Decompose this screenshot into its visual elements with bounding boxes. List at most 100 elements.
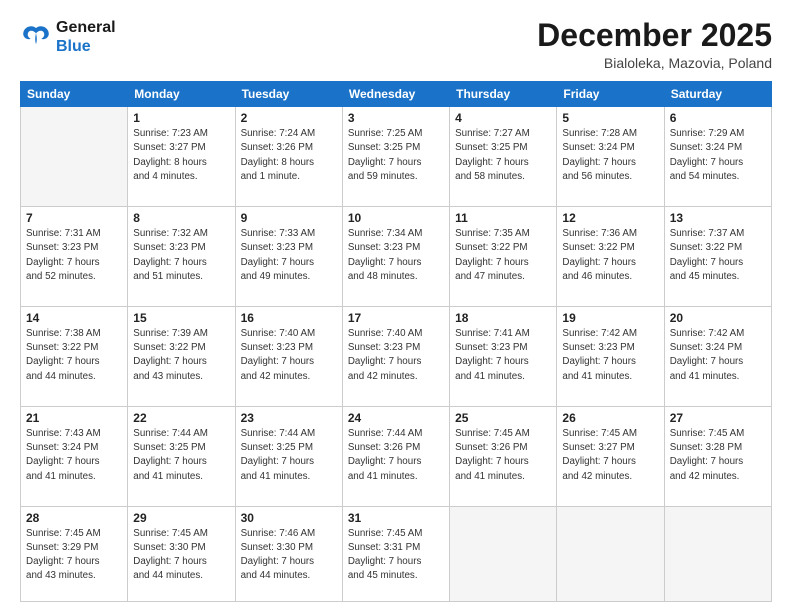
day-info: Sunrise: 7:27 AM Sunset: 3:25 PM Dayligh…	[455, 127, 551, 184]
day-number: 14	[26, 311, 122, 325]
title-block: December 2025 Bialoleka, Mazovia, Poland	[537, 18, 772, 71]
calendar-cell: 1 Sunrise: 7:23 AM Sunset: 3:27 PM Daylig…	[128, 107, 235, 207]
day-number: 24	[348, 411, 444, 425]
calendar-cell: 21 Sunrise: 7:43 AM Sunset: 3:24 PM Dayli…	[21, 406, 128, 506]
day-info: Sunrise: 7:40 AM Sunset: 3:23 PM Dayligh…	[241, 327, 337, 384]
calendar-cell: 26 Sunrise: 7:45 AM Sunset: 3:27 PM Dayli…	[557, 406, 664, 506]
day-number: 15	[133, 311, 229, 325]
day-number: 8	[133, 211, 229, 225]
calendar-cell: 17 Sunrise: 7:40 AM Sunset: 3:23 PM Dayli…	[342, 307, 449, 407]
calendar-cell: 14Sunrise: 7:38 AM Sunset: 3:22 PM Dayli…	[21, 307, 128, 407]
calendar-cell: 7Sunrise: 7:31 AM Sunset: 3:23 PM Daylig…	[21, 207, 128, 307]
calendar-table: SundayMondayTuesdayWednesdayThursdayFrid…	[20, 81, 772, 602]
calendar-week-row: 28 Sunrise: 7:45 AM Sunset: 3:29 PM Dayli…	[21, 506, 772, 601]
weekday-header-monday: Monday	[128, 82, 235, 107]
day-info: Sunrise: 7:39 AM Sunset: 3:22 PM Dayligh…	[133, 327, 229, 384]
weekday-header-wednesday: Wednesday	[342, 82, 449, 107]
day-number: 13	[670, 211, 766, 225]
calendar-cell: 27 Sunrise: 7:45 AM Sunset: 3:28 PM Dayli…	[664, 406, 771, 506]
day-number: 25	[455, 411, 551, 425]
day-info: Sunrise: 7:44 AM Sunset: 3:25 PM Dayligh…	[133, 427, 229, 484]
weekday-header-tuesday: Tuesday	[235, 82, 342, 107]
calendar-cell: 6 Sunrise: 7:29 AM Sunset: 3:24 PM Daylig…	[664, 107, 771, 207]
day-info: Sunrise: 7:43 AM Sunset: 3:24 PM Dayligh…	[26, 427, 122, 484]
logo-icon	[20, 21, 52, 53]
day-info: Sunrise: 7:46 AM Sunset: 3:30 PM Dayligh…	[241, 527, 337, 584]
calendar-cell: 16Sunrise: 7:40 AM Sunset: 3:23 PM Dayli…	[235, 307, 342, 407]
day-number: 26	[562, 411, 658, 425]
calendar-cell: 28 Sunrise: 7:45 AM Sunset: 3:29 PM Dayli…	[21, 506, 128, 601]
calendar-cell: 3 Sunrise: 7:25 AM Sunset: 3:25 PM Daylig…	[342, 107, 449, 207]
calendar-week-row: 1 Sunrise: 7:23 AM Sunset: 3:27 PM Daylig…	[21, 107, 772, 207]
month-title: December 2025	[537, 18, 772, 53]
day-number: 20	[670, 311, 766, 325]
calendar-cell: 29 Sunrise: 7:45 AM Sunset: 3:30 PM Dayli…	[128, 506, 235, 601]
day-info: Sunrise: 7:45 AM Sunset: 3:26 PM Dayligh…	[455, 427, 551, 484]
calendar-cell: 19 Sunrise: 7:42 AM Sunset: 3:23 PM Dayli…	[557, 307, 664, 407]
calendar-cell: 8 Sunrise: 7:32 AM Sunset: 3:23 PM Daylig…	[128, 207, 235, 307]
day-number: 21	[26, 411, 122, 425]
day-info: Sunrise: 7:42 AM Sunset: 3:23 PM Dayligh…	[562, 327, 658, 384]
day-info: Sunrise: 7:35 AM Sunset: 3:22 PM Dayligh…	[455, 227, 551, 284]
day-number: 3	[348, 111, 444, 125]
calendar-cell	[21, 107, 128, 207]
day-info: Sunrise: 7:45 AM Sunset: 3:30 PM Dayligh…	[133, 527, 229, 584]
day-number: 11	[455, 211, 551, 225]
day-number: 2	[241, 111, 337, 125]
calendar-cell: 20 Sunrise: 7:42 AM Sunset: 3:24 PM Dayli…	[664, 307, 771, 407]
calendar-header-row: SundayMondayTuesdayWednesdayThursdayFrid…	[21, 82, 772, 107]
calendar-cell: 30 Sunrise: 7:46 AM Sunset: 3:30 PM Dayli…	[235, 506, 342, 601]
day-info: Sunrise: 7:23 AM Sunset: 3:27 PM Dayligh…	[133, 127, 229, 184]
calendar-week-row: 21 Sunrise: 7:43 AM Sunset: 3:24 PM Dayli…	[21, 406, 772, 506]
day-number: 1	[133, 111, 229, 125]
day-info: Sunrise: 7:40 AM Sunset: 3:23 PM Dayligh…	[348, 327, 444, 384]
day-info: Sunrise: 7:45 AM Sunset: 3:27 PM Dayligh…	[562, 427, 658, 484]
day-number: 28	[26, 511, 122, 525]
day-info: Sunrise: 7:29 AM Sunset: 3:24 PM Dayligh…	[670, 127, 766, 184]
calendar-cell: 25 Sunrise: 7:45 AM Sunset: 3:26 PM Dayli…	[450, 406, 557, 506]
day-number: 29	[133, 511, 229, 525]
day-info: Sunrise: 7:24 AM Sunset: 3:26 PM Dayligh…	[241, 127, 337, 184]
day-number: 4	[455, 111, 551, 125]
day-info: Sunrise: 7:42 AM Sunset: 3:24 PM Dayligh…	[670, 327, 766, 384]
day-info: Sunrise: 7:45 AM Sunset: 3:28 PM Dayligh…	[670, 427, 766, 484]
day-info: Sunrise: 7:28 AM Sunset: 3:24 PM Dayligh…	[562, 127, 658, 184]
day-number: 17	[348, 311, 444, 325]
day-number: 19	[562, 311, 658, 325]
calendar-cell	[557, 506, 664, 601]
day-number: 23	[241, 411, 337, 425]
day-info: Sunrise: 7:45 AM Sunset: 3:31 PM Dayligh…	[348, 527, 444, 584]
day-info: Sunrise: 7:41 AM Sunset: 3:23 PM Dayligh…	[455, 327, 551, 384]
day-number: 7	[26, 211, 122, 225]
weekday-header-sunday: Sunday	[21, 82, 128, 107]
day-number: 31	[348, 511, 444, 525]
calendar-cell: 5 Sunrise: 7:28 AM Sunset: 3:24 PM Daylig…	[557, 107, 664, 207]
header: General Blue December 2025 Bialoleka, Ma…	[20, 18, 772, 71]
calendar-cell: 13 Sunrise: 7:37 AM Sunset: 3:22 PM Dayli…	[664, 207, 771, 307]
calendar-cell: 23Sunrise: 7:44 AM Sunset: 3:25 PM Dayli…	[235, 406, 342, 506]
day-number: 30	[241, 511, 337, 525]
day-info: Sunrise: 7:45 AM Sunset: 3:29 PM Dayligh…	[26, 527, 122, 584]
calendar-cell: 10 Sunrise: 7:34 AM Sunset: 3:23 PM Dayli…	[342, 207, 449, 307]
day-number: 5	[562, 111, 658, 125]
calendar-cell: 11 Sunrise: 7:35 AM Sunset: 3:22 PM Dayli…	[450, 207, 557, 307]
calendar-cell: 24 Sunrise: 7:44 AM Sunset: 3:26 PM Dayli…	[342, 406, 449, 506]
day-number: 9	[241, 211, 337, 225]
day-info: Sunrise: 7:34 AM Sunset: 3:23 PM Dayligh…	[348, 227, 444, 284]
day-number: 6	[670, 111, 766, 125]
day-info: Sunrise: 7:44 AM Sunset: 3:26 PM Dayligh…	[348, 427, 444, 484]
day-info: Sunrise: 7:37 AM Sunset: 3:22 PM Dayligh…	[670, 227, 766, 284]
day-number: 27	[670, 411, 766, 425]
day-number: 10	[348, 211, 444, 225]
calendar-cell: 9Sunrise: 7:33 AM Sunset: 3:23 PM Daylig…	[235, 207, 342, 307]
day-info: Sunrise: 7:32 AM Sunset: 3:23 PM Dayligh…	[133, 227, 229, 284]
day-number: 18	[455, 311, 551, 325]
calendar-cell: 18 Sunrise: 7:41 AM Sunset: 3:23 PM Dayli…	[450, 307, 557, 407]
page: General Blue December 2025 Bialoleka, Ma…	[0, 0, 792, 612]
calendar-cell: 15 Sunrise: 7:39 AM Sunset: 3:22 PM Dayli…	[128, 307, 235, 407]
weekday-header-friday: Friday	[557, 82, 664, 107]
calendar-cell: 22Sunrise: 7:44 AM Sunset: 3:25 PM Dayli…	[128, 406, 235, 506]
day-info: Sunrise: 7:25 AM Sunset: 3:25 PM Dayligh…	[348, 127, 444, 184]
logo: General Blue	[20, 18, 116, 56]
day-number: 12	[562, 211, 658, 225]
